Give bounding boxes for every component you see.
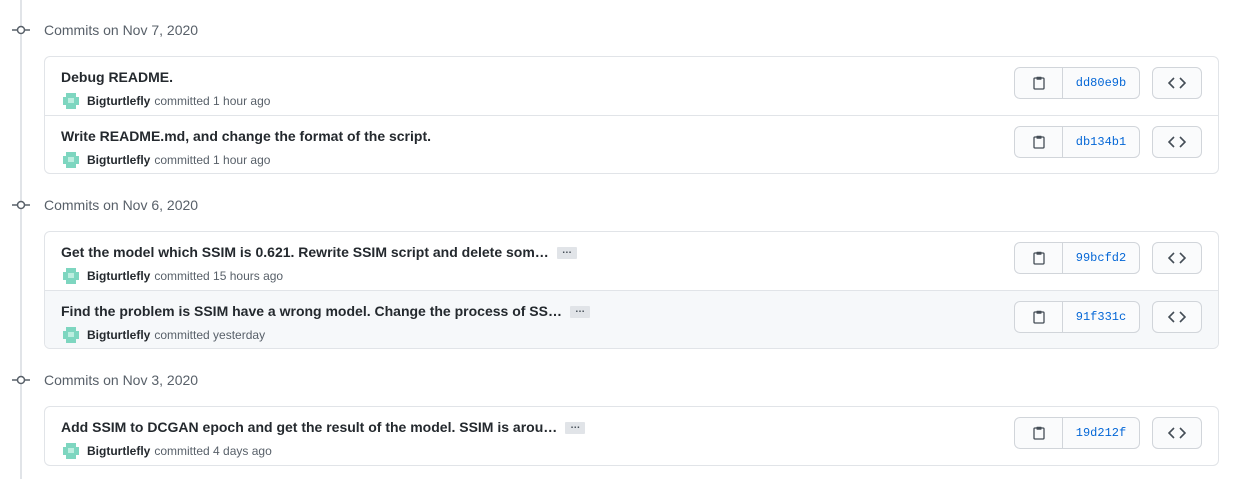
browse-repo-button[interactable] bbox=[1152, 67, 1202, 99]
commit-message-link[interactable]: Get the model which SSIM is 0.621. Rewri… bbox=[61, 244, 577, 260]
commit-timeline-line bbox=[20, 0, 22, 479]
commit-author-link[interactable]: Bigturtlefly bbox=[87, 153, 150, 167]
commit-group-header: Commits on Nov 3, 2020 bbox=[0, 368, 400, 392]
commit-sha-link[interactable]: db134b1 bbox=[1063, 127, 1139, 157]
commit-group-date: Commits on Nov 6, 2020 bbox=[44, 197, 199, 213]
git-commit-icon bbox=[12, 25, 30, 35]
commit-sha-button-group: 91f331c bbox=[1014, 301, 1140, 333]
commit-author-link[interactable]: Bigturtlefly bbox=[87, 328, 150, 342]
browse-repo-button[interactable] bbox=[1152, 301, 1202, 333]
commit-meta: Bigturtlefly committed 15 hours ago bbox=[61, 266, 283, 286]
code-icon bbox=[1168, 252, 1186, 264]
commit-row: Find the problem is SSIM have a wrong mo… bbox=[45, 290, 1218, 348]
code-icon bbox=[1168, 136, 1186, 148]
code-icon bbox=[1168, 311, 1186, 323]
commit-verb: committed bbox=[154, 328, 210, 342]
commit-row: Debug README. Bigturtlefly committed 1 h… bbox=[45, 57, 1218, 115]
clipboard-icon bbox=[1032, 251, 1045, 265]
commit-meta: Bigturtlefly committed 1 hour ago bbox=[61, 150, 270, 170]
commit-meta: Bigturtlefly committed yesterday bbox=[61, 325, 265, 345]
clipboard-icon bbox=[1032, 426, 1045, 440]
identicon-avatar[interactable] bbox=[61, 91, 81, 111]
commit-meta: Bigturtlefly committed 1 hour ago bbox=[61, 91, 270, 111]
commit-author-link[interactable]: Bigturtlefly bbox=[87, 444, 150, 458]
commit-row: Add SSIM to DCGAN epoch and get the resu… bbox=[45, 407, 1218, 465]
copy-sha-button[interactable] bbox=[1015, 243, 1063, 273]
commit-row: Get the model which SSIM is 0.621. Rewri… bbox=[45, 232, 1218, 290]
commit-time: 15 hours ago bbox=[213, 269, 284, 283]
commit-time: 4 days ago bbox=[213, 444, 272, 458]
code-icon bbox=[1168, 77, 1186, 89]
identicon-avatar[interactable] bbox=[61, 150, 81, 170]
commit-message-link[interactable]: Add SSIM to DCGAN epoch and get the resu… bbox=[61, 419, 586, 435]
copy-sha-button[interactable] bbox=[1015, 302, 1063, 332]
commit-group-header: Commits on Nov 7, 2020 bbox=[0, 18, 400, 42]
commit-author-link[interactable]: Bigturtlefly bbox=[87, 269, 150, 283]
commit-group-header: Commits on Nov 6, 2020 bbox=[0, 193, 400, 217]
git-commit-icon bbox=[12, 200, 30, 210]
commit-time: 1 hour ago bbox=[213, 153, 271, 167]
commit-sha-link[interactable]: 19d212f bbox=[1063, 418, 1139, 448]
commit-sha-link[interactable]: dd80e9b bbox=[1063, 68, 1139, 98]
identicon-avatar[interactable] bbox=[61, 266, 81, 286]
expand-message-button[interactable]: … bbox=[565, 421, 586, 435]
commit-list: Add SSIM to DCGAN epoch and get the resu… bbox=[44, 406, 1219, 466]
clipboard-icon bbox=[1032, 310, 1045, 324]
identicon-avatar[interactable] bbox=[61, 441, 81, 461]
clipboard-icon bbox=[1032, 76, 1045, 90]
commit-group-date: Commits on Nov 3, 2020 bbox=[44, 372, 199, 388]
commit-sha-link[interactable]: 99bcfd2 bbox=[1063, 243, 1139, 273]
commit-sha-button-group: 19d212f bbox=[1014, 417, 1140, 449]
commit-verb: committed bbox=[154, 269, 210, 283]
commit-list: Debug README. Bigturtlefly committed 1 h… bbox=[44, 56, 1219, 174]
browse-repo-button[interactable] bbox=[1152, 242, 1202, 274]
copy-sha-button[interactable] bbox=[1015, 418, 1063, 448]
commit-message-link[interactable]: Write README.md, and change the format o… bbox=[61, 128, 431, 144]
commit-author-link[interactable]: Bigturtlefly bbox=[87, 94, 150, 108]
browse-repo-button[interactable] bbox=[1152, 126, 1202, 158]
commit-message-link[interactable]: Find the problem is SSIM have a wrong mo… bbox=[61, 303, 590, 319]
commit-sha-button-group: db134b1 bbox=[1014, 126, 1140, 158]
commit-group-date: Commits on Nov 7, 2020 bbox=[44, 22, 199, 38]
commit-sha-button-group: dd80e9b bbox=[1014, 67, 1140, 99]
clipboard-icon bbox=[1032, 135, 1045, 149]
copy-sha-button[interactable] bbox=[1015, 127, 1063, 157]
commit-verb: committed bbox=[154, 94, 210, 108]
commit-row: Write README.md, and change the format o… bbox=[45, 115, 1218, 173]
copy-sha-button[interactable] bbox=[1015, 68, 1063, 98]
identicon-avatar[interactable] bbox=[61, 325, 81, 345]
expand-message-button[interactable]: … bbox=[556, 246, 577, 260]
code-icon bbox=[1168, 427, 1186, 439]
commit-time: 1 hour ago bbox=[213, 94, 271, 108]
commit-sha-link[interactable]: 91f331c bbox=[1063, 302, 1139, 332]
commit-list: Get the model which SSIM is 0.621. Rewri… bbox=[44, 231, 1219, 349]
commit-message-link[interactable]: Debug README. bbox=[61, 69, 173, 85]
git-commit-icon bbox=[12, 375, 30, 385]
expand-message-button[interactable]: … bbox=[569, 305, 590, 319]
commit-verb: committed bbox=[154, 444, 210, 458]
browse-repo-button[interactable] bbox=[1152, 417, 1202, 449]
commit-meta: Bigturtlefly committed 4 days ago bbox=[61, 441, 272, 461]
commit-sha-button-group: 99bcfd2 bbox=[1014, 242, 1140, 274]
commit-verb: committed bbox=[154, 153, 210, 167]
commit-time: yesterday bbox=[213, 328, 266, 342]
